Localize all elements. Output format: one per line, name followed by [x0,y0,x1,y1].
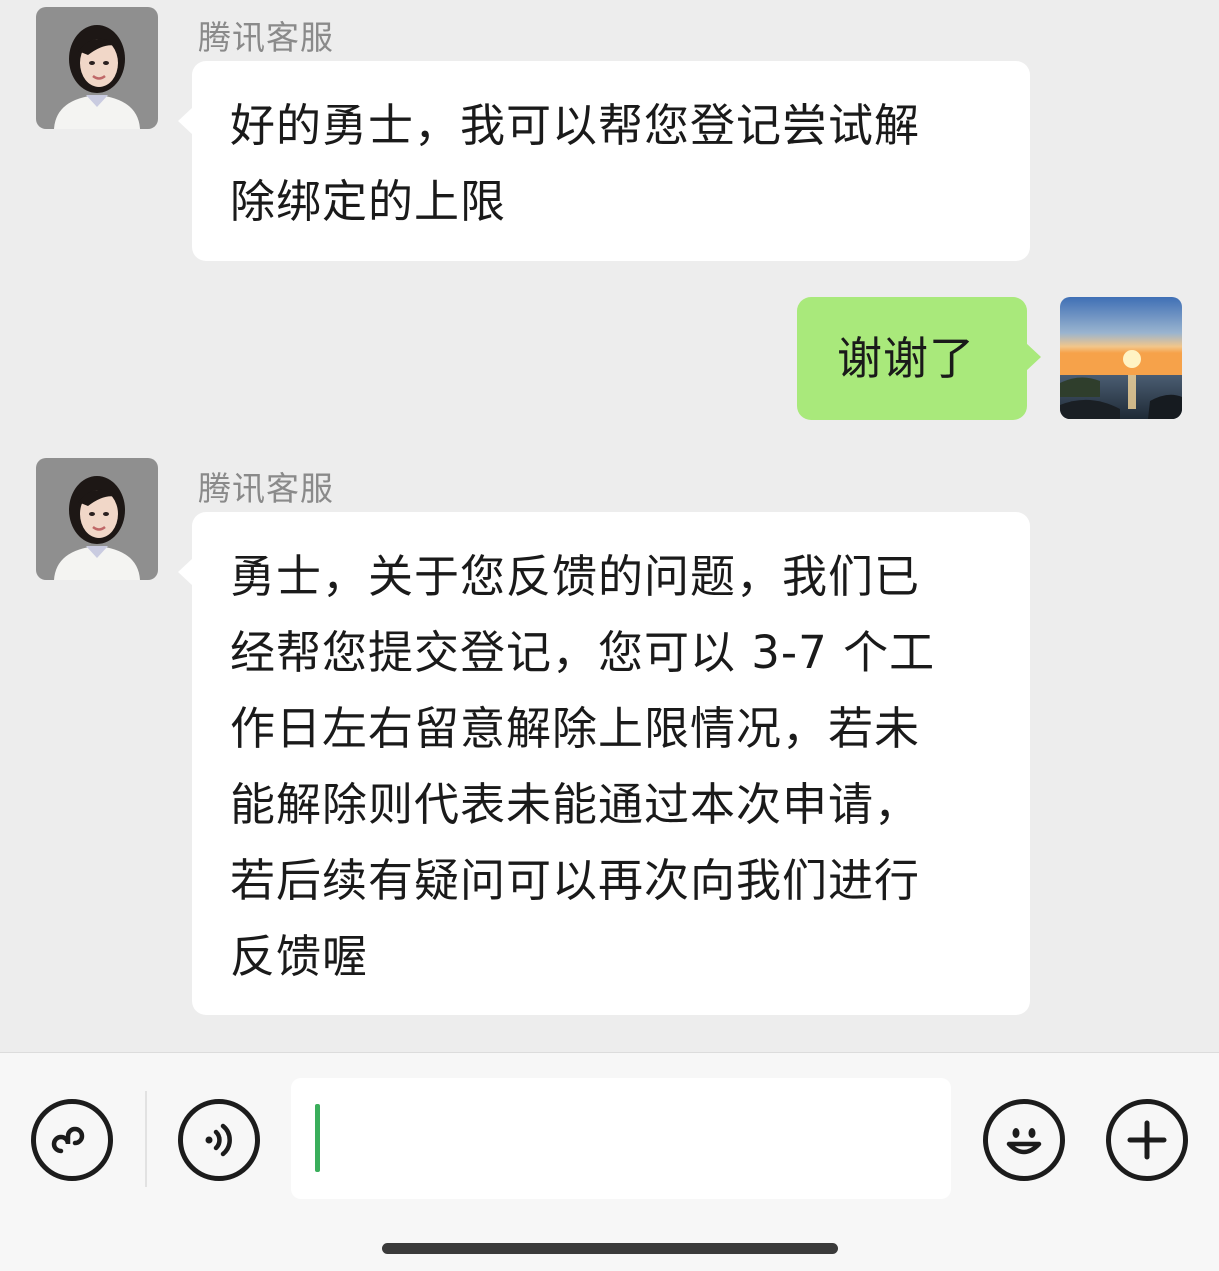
chat-screen: 腾讯客服 好的勇士，我可以帮您登记尝试解 除绑定的上限 谢谢了 腾讯客服 勇士，… [0,0,1219,1271]
incoming-message-bubble[interactable]: 好的勇士，我可以帮您登记尝试解 除绑定的上限 [178,61,1030,261]
sender-name: 腾讯客服 [198,469,334,508]
emoji-button[interactable] [983,1099,1065,1181]
voice-icon [205,1123,232,1157]
message-text: 勇士，关于您反馈的问题，我们已 经帮您提交登记，您可以 3-7 个工 作日左右留… [230,550,936,983]
message-text: 谢谢了 [837,332,976,385]
agent-avatar[interactable] [36,458,158,580]
more-button[interactable] [1106,1099,1188,1181]
mini-program-icon [51,1126,85,1154]
plus-icon [1127,1120,1167,1160]
agent-avatar[interactable] [36,7,158,129]
message-text: 好的勇士，我可以帮您登记尝试解 除绑定的上限 [230,99,921,228]
input-toolbar [0,1052,1219,1271]
incoming-message-bubble[interactable]: 勇士，关于您反馈的问题，我们已 经帮您提交登记，您可以 3-7 个工 作日左右留… [178,512,1030,1015]
toolbar-divider [145,1091,147,1187]
message-input[interactable] [291,1078,951,1199]
message-list[interactable]: 腾讯客服 好的勇士，我可以帮您登记尝试解 除绑定的上限 谢谢了 腾讯客服 勇士，… [0,0,1219,1052]
home-indicator[interactable] [382,1243,838,1254]
emoji-icon [1006,1128,1042,1155]
voice-button[interactable] [178,1099,260,1181]
sender-name: 腾讯客服 [198,18,334,57]
outgoing-message-bubble[interactable]: 谢谢了 [797,297,1041,420]
mini-program-button[interactable] [31,1099,113,1181]
user-avatar[interactable] [1060,297,1182,419]
text-caret [315,1104,320,1172]
